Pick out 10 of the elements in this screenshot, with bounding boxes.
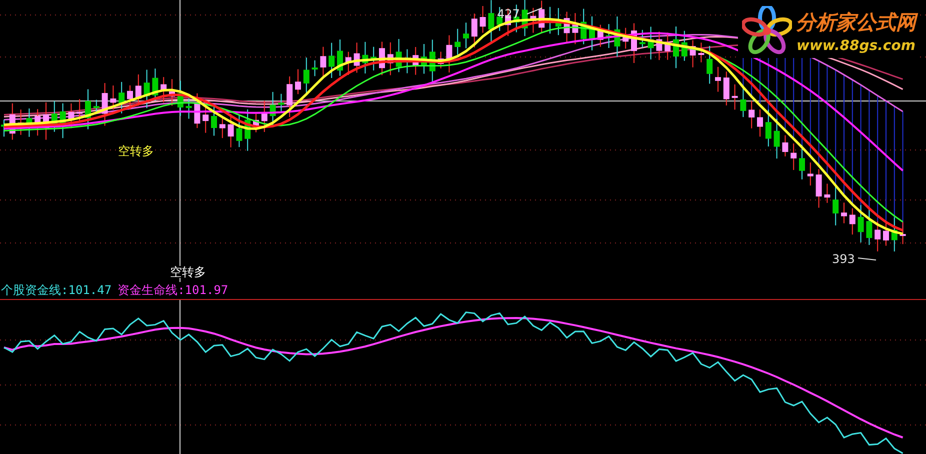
signal-label: 空转多 [118, 145, 154, 157]
logo-title: 分析家公式网 [796, 8, 916, 36]
low-price-label: 393 [832, 253, 855, 265]
leader-line [526, 8, 542, 14]
indicator-legend-label: 资金生命线:101.97 [118, 282, 228, 299]
leader-line [858, 258, 876, 260]
logo-url: www.88gs.com [796, 38, 916, 54]
indicator-legend-label: 个股资金线:101.47 [1, 282, 112, 299]
flower-logo-icon [742, 6, 792, 56]
signal-label: 空转多 [170, 266, 206, 278]
